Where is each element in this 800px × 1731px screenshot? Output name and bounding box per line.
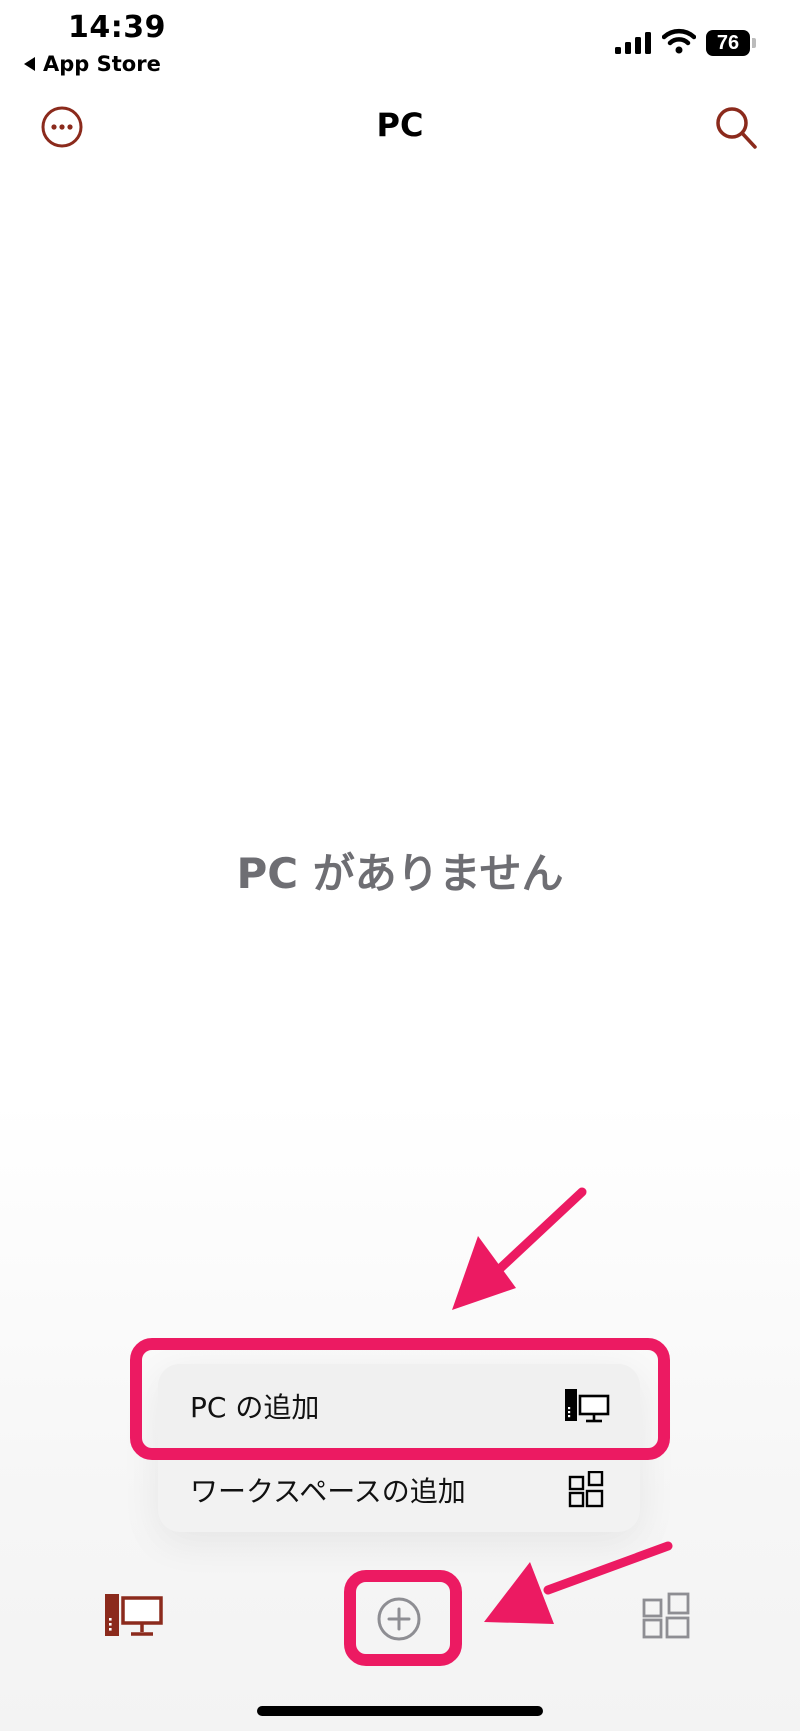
back-triangle-icon xyxy=(24,57,35,71)
empty-state-message: PC がありません xyxy=(236,849,564,898)
highlight-box-add-pc xyxy=(130,1338,670,1460)
highlight-box-add-button xyxy=(344,1570,462,1666)
workspaces-tab-icon[interactable] xyxy=(642,1592,690,1640)
status-time: 14:39 xyxy=(68,10,166,45)
battery-icon: 76 xyxy=(706,30,758,56)
menu-item-add-workspace[interactable]: ワークスペースの追加 xyxy=(158,1448,640,1532)
wifi-icon xyxy=(662,28,696,54)
arrow-pointing-to-menu xyxy=(452,1187,587,1310)
arrow-pointing-to-add-button xyxy=(484,1541,673,1624)
pcs-tab-icon[interactable] xyxy=(104,1592,164,1640)
battery-level: 76 xyxy=(716,31,740,54)
home-indicator xyxy=(257,1706,543,1716)
menu-item-label: ワークスペースの追加 xyxy=(190,1475,466,1508)
page-title: PC xyxy=(376,106,424,144)
back-to-app-store[interactable]: App Store xyxy=(24,52,161,76)
workspaces-grid-icon xyxy=(568,1471,604,1508)
back-label: App Store xyxy=(43,52,161,76)
cellular-signal-icon xyxy=(615,32,651,54)
search-icon[interactable] xyxy=(712,104,760,152)
